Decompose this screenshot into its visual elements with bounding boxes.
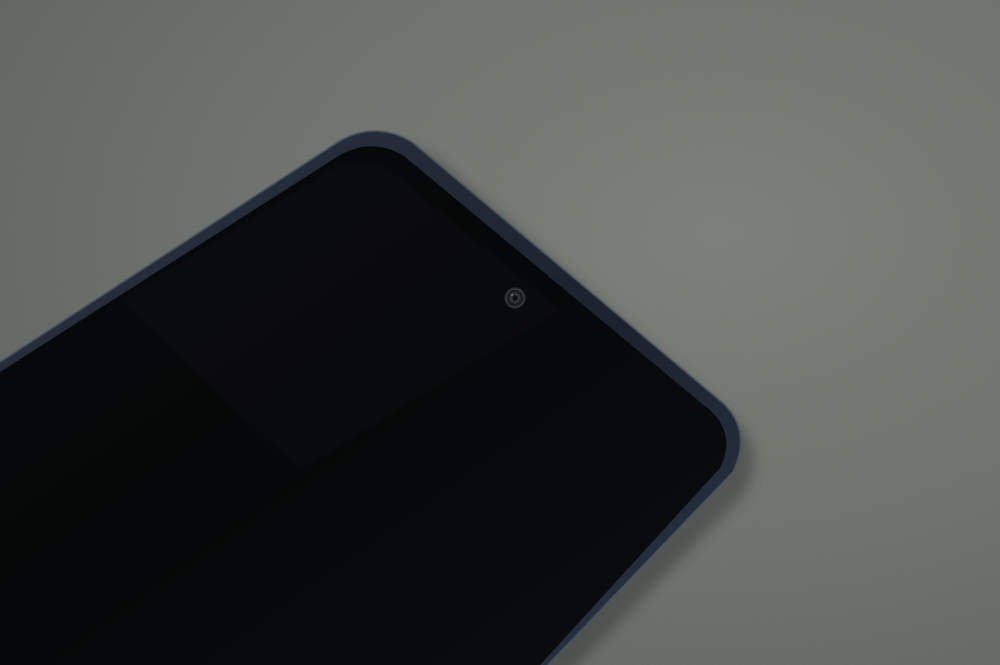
front-camera-icon: [504, 287, 526, 309]
phone-on-table-illustration: [0, 0, 1000, 665]
photo-scene: [0, 0, 1000, 665]
